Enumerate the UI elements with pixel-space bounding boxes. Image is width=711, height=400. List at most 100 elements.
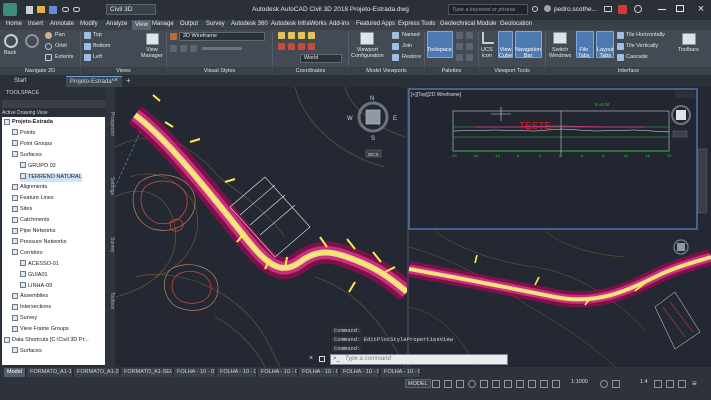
search-input[interactable]: Type a keyword or phrase	[452, 7, 515, 13]
layout-tab[interactable]: FOLHA - 10 - 05	[340, 368, 380, 377]
command-input-box[interactable]: × >_ Type a command	[309, 354, 508, 365]
snap-icon[interactable]	[444, 380, 452, 388]
new-tab-button[interactable]: +	[126, 76, 131, 85]
tile-horizontally-button[interactable]: Tile Horizontally	[626, 32, 665, 38]
command-close-icon[interactable]: ×	[309, 355, 313, 362]
coordinates-panel-title[interactable]: Coordinates	[273, 67, 348, 75]
tab-autodesk-360[interactable]: Autodesk 360	[231, 21, 268, 27]
selection-cycling-icon[interactable]	[528, 380, 536, 388]
tree-item[interactable]: Assemblies	[12, 292, 48, 301]
annotation-scale-dropdown[interactable]: 1:1000	[571, 379, 588, 385]
object-snap-icon[interactable]	[492, 380, 500, 388]
viewport-config-icon[interactable]	[360, 32, 374, 45]
tab-geotechnical-module[interactable]: Geotechnical Module	[440, 21, 496, 27]
layout-tab[interactable]: FOLHA - 10 - 06	[381, 368, 421, 377]
tree-item[interactable]: ACESSO-01	[20, 260, 59, 269]
viewcube-north[interactable]: N	[370, 96, 374, 102]
named-button[interactable]: Named	[402, 32, 420, 38]
file-tabs-button[interactable]: File Tabs	[578, 47, 590, 59]
ucs-tool-icon[interactable]	[308, 32, 315, 39]
viewcube-east[interactable]: E	[393, 116, 397, 122]
tree-item[interactable]: Pressure Networks	[12, 238, 66, 247]
tab-manage[interactable]: Manage	[152, 21, 174, 27]
exchange-icon[interactable]	[618, 5, 627, 14]
extents-button[interactable]: Extents	[55, 54, 73, 60]
ucs-icon-button[interactable]: UCS Icon	[481, 47, 493, 59]
orbit-button[interactable]: Orbit	[55, 43, 67, 49]
minimize-button[interactable]	[658, 9, 666, 10]
tab-toolbox[interactable]: Toolbox	[105, 292, 115, 309]
section-viewport[interactable]	[408, 88, 698, 230]
layout-tab[interactable]: FOLHA - 10 - 02	[217, 368, 257, 377]
view-cube-button[interactable]: View Cube	[499, 47, 512, 59]
bottom-view-button[interactable]: Bottom	[93, 43, 110, 49]
palette-icon[interactable]	[466, 32, 473, 39]
tab-settings[interactable]: Settings	[105, 177, 115, 195]
ucs-tool-icon[interactable]	[288, 32, 295, 39]
tab-autodesk-infraworks[interactable]: Autodesk InfraWorks	[271, 21, 327, 27]
app-menu-icon[interactable]	[3, 3, 17, 16]
drawing-canvas[interactable]: N W E S WCS E=0.00 TESTE -20 -16 -12 -8 -4 0 4…	[115, 87, 711, 367]
maximize-button[interactable]	[676, 5, 684, 12]
tree-item[interactable]: Feature Lines	[12, 194, 54, 203]
top-view-button[interactable]: Top	[93, 32, 102, 38]
view-manager-icon[interactable]	[146, 33, 159, 45]
cascade-button[interactable]: Cascade	[626, 54, 648, 60]
ortho-icon[interactable]	[456, 380, 464, 388]
tab-output[interactable]: Output	[180, 21, 198, 27]
wcs-label[interactable]: WCS	[368, 152, 379, 157]
visual-style-tool-icon[interactable]	[190, 45, 197, 52]
ucs-tool-icon[interactable]	[298, 32, 305, 39]
tab-featured-apps[interactable]: Featured Apps	[356, 21, 395, 27]
layout-tab[interactable]: FOLHA - 10 - 04	[299, 368, 339, 377]
extents-icon[interactable]	[45, 54, 52, 61]
model-viewports-panel-title[interactable]: Model Viewports	[349, 67, 424, 75]
viewport-window-controls[interactable]	[675, 91, 695, 98]
switch-windows-icon[interactable]	[553, 32, 567, 44]
ucs-tool-icon[interactable]	[288, 43, 295, 50]
ucs-tool-icon[interactable]	[278, 43, 285, 50]
tree-item[interactable]: Alignments	[12, 183, 47, 192]
tab-annotate[interactable]: Annotate	[50, 21, 74, 27]
tab-prospector[interactable]: Prospector	[105, 112, 115, 136]
palette-icon[interactable]	[456, 54, 463, 61]
toolspace-button[interactable]: Toolspace	[427, 47, 452, 53]
back-icon[interactable]	[4, 34, 18, 48]
navigation-bar[interactable]	[697, 148, 708, 214]
isodraft-icon[interactable]	[480, 380, 488, 388]
layout-tab[interactable]: FORMATO_A1-1000	[27, 368, 73, 377]
tree-item[interactable]: Survey	[12, 314, 37, 323]
view-filter[interactable]: Active Drawing View	[2, 110, 47, 116]
forward-icon[interactable]	[25, 34, 39, 48]
cascade-icon[interactable]	[617, 54, 624, 61]
workspace-selector[interactable]: Civil 3D	[106, 4, 156, 15]
tree-item[interactable]: TERRENO NATURAL	[20, 172, 82, 182]
ucs-tool-icon[interactable]	[298, 43, 305, 50]
join-icon[interactable]	[392, 43, 399, 50]
tree-item[interactable]: Data Shortcuts [C:\Civil 3D Pr...	[4, 336, 89, 345]
open-icon[interactable]	[37, 6, 45, 13]
new-icon[interactable]	[26, 6, 33, 14]
ucs-dropdown[interactable]: World	[300, 54, 342, 63]
tree-item[interactable]: Catchments	[12, 216, 49, 225]
viewport-config-button[interactable]: Viewport Configuration	[351, 47, 384, 59]
viewcube-west[interactable]: W	[347, 116, 353, 122]
model-space-toggle[interactable]: MODEL	[405, 379, 431, 388]
layout-tab[interactable]: FOLHA - 10 - 01	[174, 368, 216, 377]
tile-vertically-button[interactable]: Tile Vertically	[626, 43, 658, 49]
command-settings-icon[interactable]	[319, 356, 325, 362]
tile-horizontally-icon[interactable]	[617, 32, 624, 39]
restore-icon[interactable]	[392, 54, 399, 61]
visual-styles-panel-title[interactable]: Visual Styles	[167, 67, 272, 75]
ucs-tool-icon[interactable]	[278, 32, 285, 39]
visual-style-tool-icon[interactable]	[170, 45, 177, 52]
isolate-objects-icon[interactable]	[654, 380, 662, 388]
undo-icon[interactable]	[62, 7, 69, 12]
interface-panel-title[interactable]: Interface	[546, 67, 711, 75]
viewport-tools-panel-title[interactable]: Viewport Tools	[479, 67, 545, 75]
hardware-acceleration-icon[interactable]	[666, 380, 674, 388]
close-tab-icon[interactable]: ×	[114, 77, 118, 84]
toolbars-button[interactable]: Toolbars	[678, 47, 699, 53]
toolspace-icon[interactable]	[427, 31, 453, 58]
annotation-monitor-icon[interactable]	[612, 380, 620, 388]
